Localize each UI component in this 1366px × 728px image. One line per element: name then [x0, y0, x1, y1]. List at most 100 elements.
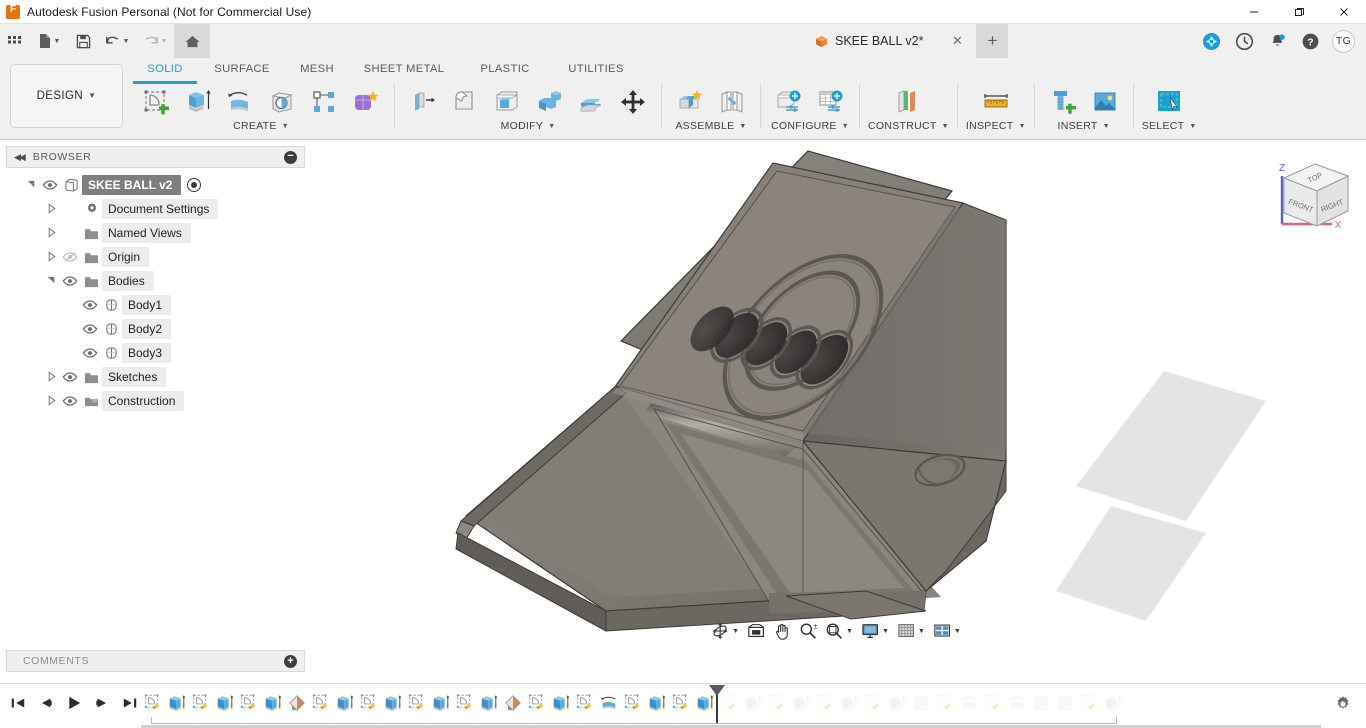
timeline-feature[interactable] — [1101, 688, 1125, 718]
maximize-button[interactable] — [1276, 0, 1321, 24]
expand-arrow-icon[interactable] — [44, 226, 59, 240]
visibility-toggle-construction[interactable] — [59, 393, 81, 409]
timeline-feature[interactable] — [1077, 688, 1101, 718]
timeline-feature[interactable] — [765, 688, 789, 718]
timeline-feature[interactable] — [813, 688, 837, 718]
extrude-tool[interactable] — [178, 82, 218, 122]
timeline-feature[interactable] — [213, 688, 237, 718]
close-icon[interactable]: ✕ — [948, 33, 966, 49]
browser-node-body1[interactable]: Body1 — [6, 293, 305, 317]
timeline-feature[interactable] — [573, 688, 597, 718]
shell-tool[interactable] — [487, 82, 527, 122]
browser-node-body2[interactable]: Body2 — [6, 317, 305, 341]
expand-arrow-icon[interactable] — [44, 250, 59, 264]
browser-node-body3[interactable]: Body3 — [6, 341, 305, 365]
timeline-feature[interactable] — [309, 688, 333, 718]
timeline-feature[interactable] — [1029, 688, 1053, 718]
revolve-tool[interactable] — [220, 82, 260, 122]
timeline-feature[interactable] — [453, 688, 477, 718]
configure-design-tool[interactable] — [769, 82, 809, 122]
measure-tool[interactable] — [976, 82, 1016, 122]
timeline-feature[interactable] — [501, 688, 525, 718]
tab-solid[interactable]: SOLID — [131, 58, 199, 80]
avatar[interactable]: TG — [1327, 24, 1360, 58]
close-button[interactable] — [1321, 0, 1366, 24]
grid-snaps-button[interactable] — [894, 619, 918, 643]
timeline-feature[interactable] — [141, 688, 165, 718]
visibility-toggle-body3[interactable] — [79, 345, 101, 361]
timeline-feature[interactable] — [861, 688, 885, 718]
viewport-canvas[interactable]: Z X TOP FRONT RIGHT ▼ ± ▼ ▼ ▼ ▼ — [306, 141, 1366, 646]
visibility-toggle-body2[interactable] — [79, 321, 101, 337]
chevron-down-icon[interactable]: ▼ — [846, 628, 853, 635]
zoom-button[interactable]: ± — [796, 619, 820, 643]
expand-arrow-icon[interactable] — [44, 394, 59, 408]
timeline-feature[interactable] — [621, 688, 645, 718]
panel-modify-label[interactable]: MODIFY ▼ — [501, 120, 556, 132]
timeline-feature[interactable] — [981, 688, 1005, 718]
timeline-settings-button[interactable] — [1334, 695, 1352, 718]
offset-face-tool[interactable] — [571, 82, 611, 122]
timeline-feature[interactable] — [405, 688, 429, 718]
tab-sheet-metal[interactable]: SHEET METAL — [349, 58, 459, 80]
step-back-button[interactable] — [36, 692, 56, 714]
browser-node-skee-ball-v2[interactable]: SKEE BALL v2 — [6, 173, 305, 197]
collapse-arrow-icon[interactable] — [44, 275, 59, 288]
visibility-toggle-skee-ball-v2[interactable] — [39, 177, 61, 193]
timeline-feature[interactable] — [741, 688, 765, 718]
timeline-feature[interactable] — [357, 688, 381, 718]
chevron-down-icon[interactable]: ▼ — [882, 628, 889, 635]
tab-surface[interactable]: SURFACE — [199, 58, 285, 80]
pan-button[interactable] — [770, 619, 794, 643]
collapse-arrow-icon[interactable] — [24, 179, 39, 192]
chevron-down-icon[interactable]: ▼ — [954, 628, 961, 635]
panel-construct-label[interactable]: CONSTRUCT ▼ — [868, 120, 949, 132]
timeline-feature[interactable] — [429, 688, 453, 718]
select-tool[interactable] — [1149, 82, 1189, 122]
timeline-feature[interactable] — [381, 688, 405, 718]
timeline-feature[interactable] — [597, 688, 621, 718]
rectangular-pattern-tool[interactable] — [304, 82, 344, 122]
timeline-feature[interactable] — [909, 688, 933, 718]
configuration-table-tool[interactable] — [811, 82, 851, 122]
activate-component-radio[interactable] — [187, 178, 202, 192]
timeline-feature[interactable] — [957, 688, 981, 718]
jump-to-end-button[interactable] — [120, 692, 140, 714]
create-sketch-tool[interactable] — [136, 82, 176, 122]
insert-mcmaster-tool[interactable] — [1043, 82, 1083, 122]
visibility-toggle-sketches[interactable] — [59, 369, 81, 385]
timeline-feature[interactable] — [237, 688, 261, 718]
timeline-feature[interactable] — [645, 688, 669, 718]
tab-utilities[interactable]: UTILITIES — [551, 58, 641, 80]
play-button[interactable] — [64, 692, 84, 714]
press-pull-tool[interactable] — [403, 82, 443, 122]
step-forward-button[interactable] — [92, 692, 112, 714]
document-tab-skee-ball[interactable]: SKEE BALL v2* ✕ — [805, 24, 977, 58]
save-button[interactable] — [68, 24, 98, 58]
timeline-feature[interactable] — [669, 688, 693, 718]
browser-node-sketches[interactable]: Sketches — [6, 365, 305, 389]
browser-node-construction[interactable]: Construction — [6, 389, 305, 413]
chevron-down-icon[interactable]: ▼ — [732, 628, 739, 635]
panel-create-label[interactable]: CREATE ▼ — [233, 120, 289, 132]
jump-to-beginning-button[interactable] — [8, 692, 28, 714]
timeline-feature[interactable] — [525, 688, 549, 718]
panel-select-label[interactable]: SELECT ▼ — [1142, 120, 1197, 132]
offset-plane-tool[interactable] — [888, 82, 928, 122]
move-copy-tool[interactable] — [613, 82, 653, 122]
expand-arrow-icon[interactable] — [44, 370, 59, 384]
minus-circle-icon[interactable]: − — [284, 150, 297, 164]
orbit-button[interactable] — [708, 619, 732, 643]
browser-node-named-views[interactable]: Named Views — [6, 221, 305, 245]
browser-node-document-settings[interactable]: Document Settings — [6, 197, 305, 221]
timeline-feature[interactable] — [549, 688, 573, 718]
hole-tool[interactable] — [262, 82, 302, 122]
redo-button[interactable]: ▼ — [136, 24, 174, 58]
timeline-feature[interactable] — [165, 688, 189, 718]
view-cube[interactable]: Z X TOP FRONT RIGHT — [1260, 146, 1356, 242]
workspace-switcher[interactable]: DESIGN ▼ — [10, 64, 123, 128]
timeline-feature[interactable] — [1053, 688, 1077, 718]
timeline-feature[interactable] — [1005, 688, 1029, 718]
new-file-button[interactable]: ▼ — [30, 24, 68, 58]
expand-arrow-icon[interactable] — [44, 202, 59, 216]
